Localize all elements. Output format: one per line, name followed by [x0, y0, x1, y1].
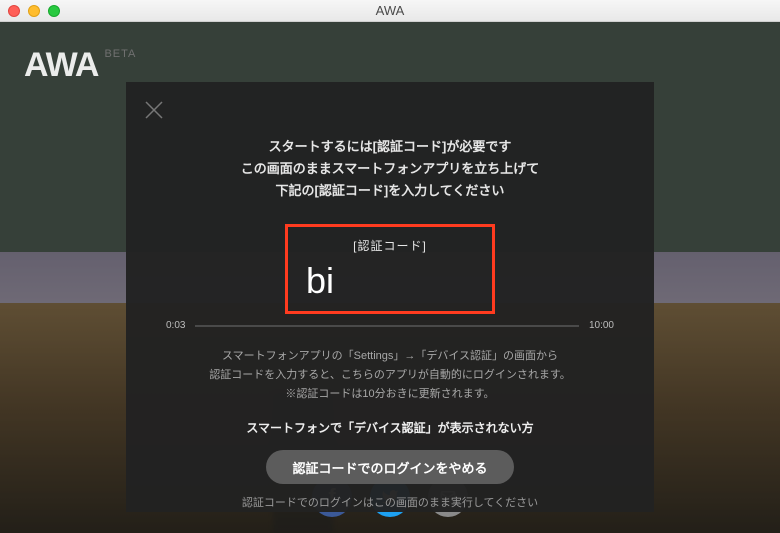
device-auth-missing-link[interactable]: スマートフォンで「デバイス認証」が表示されない方	[166, 419, 614, 436]
logo-beta-badge: BETA	[104, 48, 136, 60]
instruction-line-2: この画面のままスマートフォンアプリを立ち上げて	[166, 158, 614, 180]
window-title: AWA	[376, 3, 405, 18]
timer-progress-bar	[195, 325, 579, 327]
stop-auth-button[interactable]: 認証コードでのログインをやめる	[266, 450, 513, 484]
elapsed-time: 0:03	[166, 320, 185, 331]
window-zoom-button[interactable]	[48, 5, 60, 17]
app-logo: AWA BETA	[24, 46, 136, 85]
window-titlebar: AWA	[0, 0, 780, 22]
help-line-1: スマートフォンアプリの「Settings」→「デバイス認証」の画面から	[166, 347, 614, 366]
auth-code-modal: スタートするには[認証コード]が必要です この画面のままスマートフォンアプリを立…	[126, 82, 654, 512]
code-timer-row: 0:03 10:00	[166, 320, 614, 331]
window-close-button[interactable]	[8, 5, 20, 17]
help-line-2: 認証コードを入力すると、こちらのアプリが自動的にログインされます。	[166, 366, 614, 385]
help-text: スマートフォンアプリの「Settings」→「デバイス認証」の画面から 認証コー…	[166, 347, 614, 403]
auth-code-box: [認証コード] bi	[285, 224, 495, 314]
close-icon[interactable]	[144, 100, 164, 120]
window-minimize-button[interactable]	[28, 5, 40, 17]
auth-code-label: [認証コード]	[302, 237, 478, 254]
modal-footer-note: 認証コードでのログインはこの画面のまま実行してください	[166, 494, 614, 510]
logo-text: AWA	[24, 46, 98, 85]
help-line-3: ※認証コードは10分おきに更新されます。	[166, 385, 614, 404]
instruction-line-3: 下記の[認証コード]を入力してください	[166, 180, 614, 202]
auth-code-value: bi	[302, 260, 478, 302]
modal-instructions: スタートするには[認証コード]が必要です この画面のままスマートフォンアプリを立…	[166, 136, 614, 202]
instruction-line-1: スタートするには[認証コード]が必要です	[166, 136, 614, 158]
total-time: 10:00	[589, 320, 614, 331]
